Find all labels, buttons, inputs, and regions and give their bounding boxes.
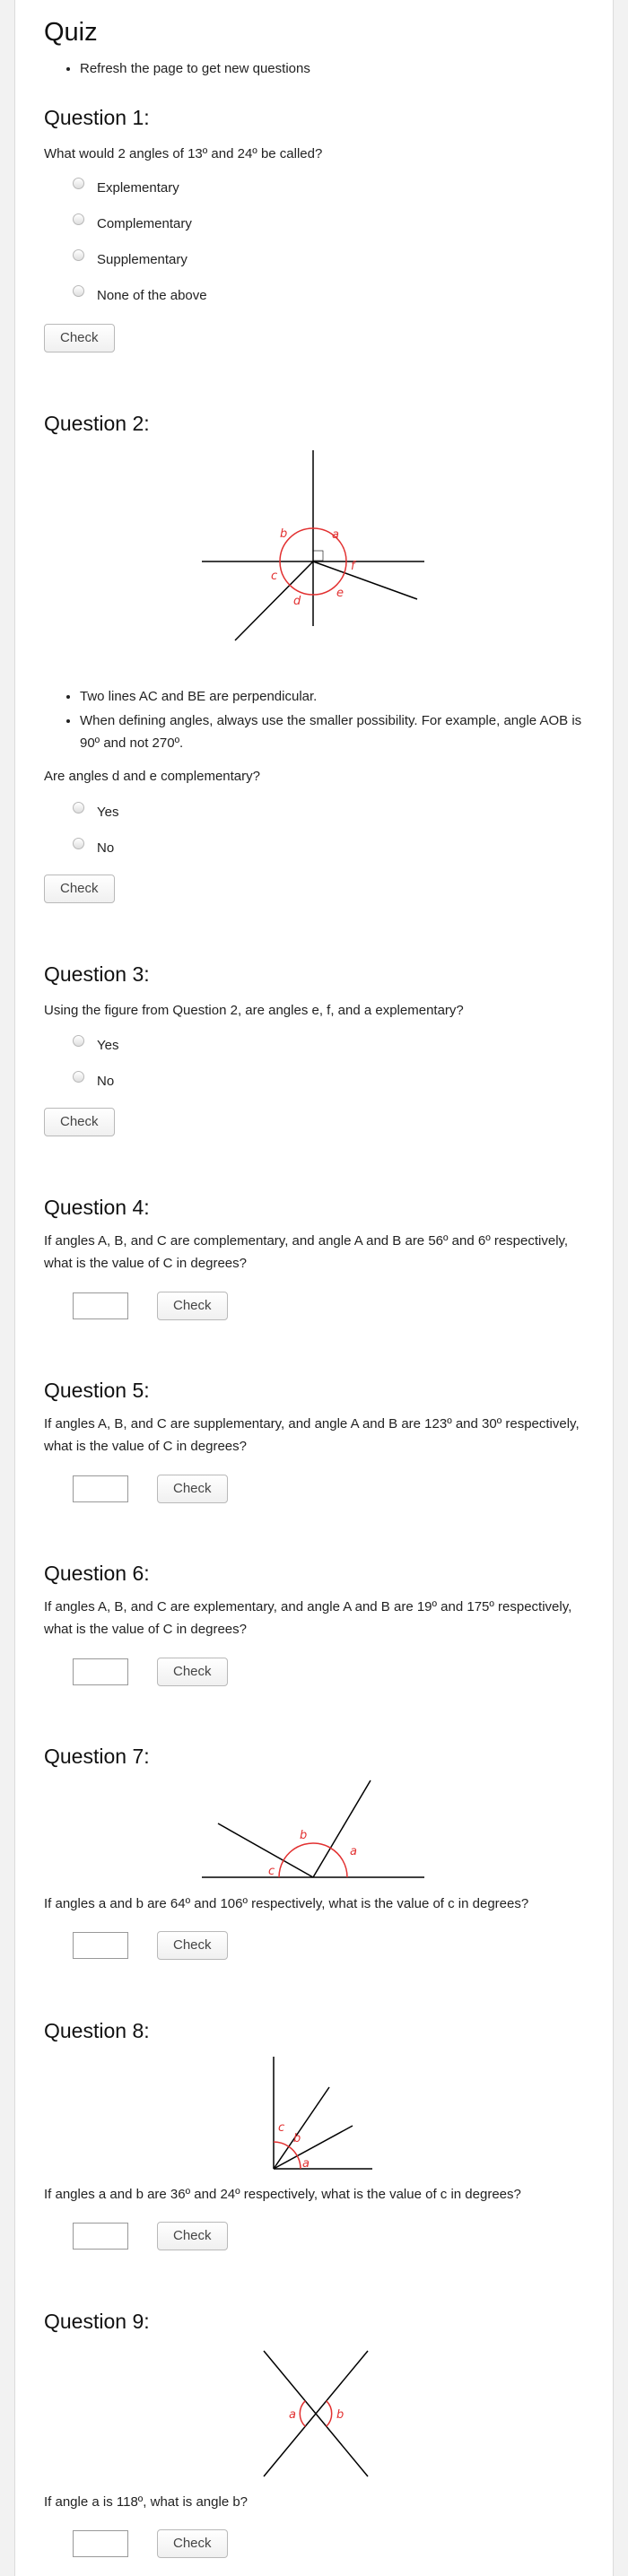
q7-label-c: c [268, 1865, 275, 1878]
page-title: Quiz [44, 18, 98, 47]
q2-option-yes[interactable]: Yes [73, 802, 119, 820]
q7-text: If angles a and b are 64º and 106º respe… [44, 1896, 529, 1911]
q9-label-a: a [289, 2408, 296, 2422]
q1-option-label: None of the above [97, 288, 207, 303]
q1-radio-complementary[interactable] [73, 213, 84, 225]
q2-label-b: b [280, 527, 287, 541]
q8-text: If angles a and b are 36º and 24º respec… [44, 2187, 521, 2202]
q3-option-yes[interactable]: Yes [73, 1035, 119, 1053]
q3-radio-yes[interactable] [73, 1035, 84, 1047]
q1-radio-supplementary[interactable] [73, 249, 84, 261]
q1-option-complementary[interactable]: Complementary [73, 213, 192, 231]
q5-check-button[interactable]: Check [157, 1475, 228, 1503]
q3-option-label: Yes [97, 1038, 119, 1053]
q3-option-label: No [97, 1074, 115, 1089]
q2-note: When defining angles, always use the sma… [80, 709, 591, 754]
q8-check-button[interactable]: Check [157, 2222, 228, 2250]
q4-heading: Question 4: [44, 1196, 150, 1219]
q9-text: If angle a is 118º, what is angle b? [44, 2494, 249, 2510]
q7-label-a: a [350, 1845, 357, 1858]
q1-option-label: Explementary [97, 180, 179, 196]
q2-label-e: e [336, 587, 344, 600]
q1-check-button[interactable]: Check [44, 324, 115, 352]
q2-check-button[interactable]: Check [44, 875, 115, 903]
q6-answer-input[interactable] [73, 1658, 128, 1685]
q9-answer-input[interactable] [73, 2530, 128, 2557]
q2-text: Are angles d and e complementary? [44, 769, 260, 784]
q8-label-b: b [293, 2132, 301, 2145]
q4-text: If angles A, B, and C are complementary,… [44, 1233, 569, 1271]
q9-check-button[interactable]: Check [157, 2529, 228, 2558]
q2-option-label: No [97, 840, 115, 856]
q5-answer-input[interactable] [73, 1475, 128, 1502]
q5-heading: Question 5: [44, 1379, 150, 1402]
q6-heading: Question 6: [44, 1562, 150, 1585]
q9-label-b: b [336, 2408, 344, 2422]
q8-label-a: a [302, 2157, 310, 2171]
q7-heading: Question 7: [44, 1745, 150, 1768]
q2-label-a: a [332, 528, 339, 542]
q1-option-supplementary[interactable]: Supplementary [73, 249, 188, 267]
q2-heading: Question 2: [44, 412, 150, 435]
q3-heading: Question 3: [44, 962, 150, 986]
q3-option-no[interactable]: No [73, 1071, 115, 1089]
q1-heading: Question 1: [44, 106, 150, 129]
intro-note: Refresh the page to get new questions [80, 61, 310, 76]
q1-text: What would 2 angles of 13º and 24º be ca… [44, 146, 323, 161]
q2-figure: a b c d e f [202, 450, 424, 641]
q3-check-button[interactable]: Check [44, 1108, 115, 1136]
q2-radio-yes[interactable] [73, 802, 84, 814]
q7-label-b: b [300, 1829, 307, 1842]
q4-answer-input[interactable] [73, 1292, 128, 1319]
q8-answer-input[interactable] [73, 2223, 128, 2250]
q8-figure: a b c [273, 2057, 372, 2171]
q7-check-button[interactable]: Check [157, 1931, 228, 1960]
q1-option-none[interactable]: None of the above [73, 285, 207, 303]
q7-figure: a b c [202, 1780, 424, 1878]
q3-text: Using the figure from Question 2, are an… [44, 1003, 464, 1018]
q2-option-no[interactable]: No [73, 838, 115, 856]
q2-label-c: c [271, 570, 277, 583]
q6-check-button[interactable]: Check [157, 1658, 228, 1686]
q4-check-button[interactable]: Check [157, 1292, 228, 1320]
q9-figure: a b [263, 2350, 369, 2477]
q6-text: If angles A, B, and C are explementary, … [44, 1599, 572, 1637]
q1-option-label: Complementary [97, 216, 192, 231]
quiz-page: Quiz Refresh the page to get new questio… [14, 0, 614, 2576]
q8-label-c: c [278, 2121, 284, 2135]
q5-text: If angles A, B, and C are supplementary,… [44, 1416, 580, 1454]
q1-option-label: Supplementary [97, 252, 188, 267]
q1-option-explementary[interactable]: Explementary [73, 178, 179, 196]
q2-option-label: Yes [97, 805, 119, 820]
q1-radio-explementary[interactable] [73, 178, 84, 189]
q7-answer-input[interactable] [73, 1932, 128, 1959]
q2-label-d: d [293, 595, 301, 608]
q1-radio-none[interactable] [73, 285, 84, 297]
intro-list: Refresh the page to get new questions [44, 61, 310, 76]
q2-notes: Two lines AC and BE are perpendicular. W… [44, 685, 591, 756]
q9-heading: Question 9: [44, 2310, 150, 2333]
q2-radio-no[interactable] [73, 838, 84, 849]
q3-radio-no[interactable] [73, 1071, 84, 1083]
q2-note: Two lines AC and BE are perpendicular. [80, 685, 591, 708]
q8-heading: Question 8: [44, 2019, 150, 2042]
